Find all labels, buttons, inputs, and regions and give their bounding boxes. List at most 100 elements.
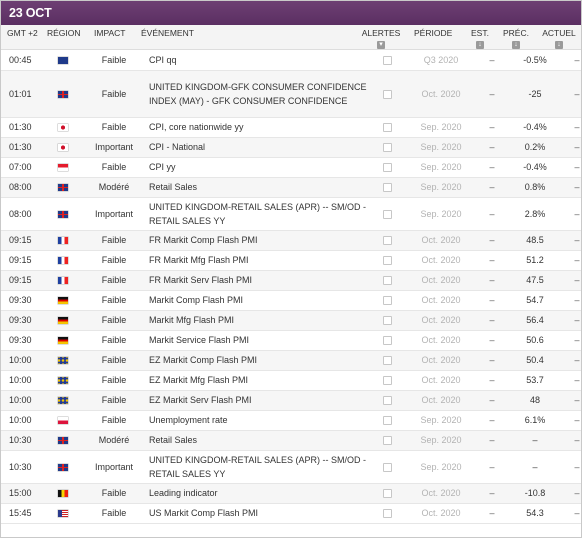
alert-checkbox[interactable]: [382, 296, 392, 306]
alert-checkbox[interactable]: [382, 276, 392, 286]
alert-checkbox[interactable]: [382, 356, 392, 366]
region-cell: [43, 157, 83, 178]
event-name[interactable]: UNITED KINGDOM-RETAIL SALES (APR) -- SM/…: [145, 197, 367, 231]
european-union-flag-icon: [58, 357, 68, 365]
event-name[interactable]: Markit Service Flash PMI: [145, 330, 367, 351]
table-row[interactable]: 01:30 Important CPI - National Sep. 2020–0.…: [1, 137, 581, 158]
event-name[interactable]: FR Markit Comp Flash PMI: [145, 230, 367, 251]
alert-cell: [367, 250, 407, 271]
alert-checkbox[interactable]: [382, 183, 392, 193]
table-row[interactable]: 10:00 Faible Unemployment rate Sep. 2020–6.…: [1, 410, 581, 431]
table-row[interactable]: 15:45 Faible US Markit Comp Flash PMI Oct. …: [1, 503, 581, 524]
event-name[interactable]: Unemployment rate: [145, 410, 367, 431]
col-prev-header[interactable]: PRÉC. ↓: [499, 28, 533, 49]
alert-checkbox[interactable]: [382, 123, 392, 133]
impact-level: Faible: [83, 503, 145, 524]
impact-level: Important: [83, 450, 145, 484]
table-row[interactable]: 10:00 Faible EZ Markit Mfg Flash PMI Oct. 2…: [1, 370, 581, 391]
table-row[interactable]: 10:30 Modéré Retail Sales Sep. 2020– – –: [1, 430, 581, 451]
alert-checkbox[interactable]: [382, 143, 392, 153]
alert-checkbox[interactable]: [382, 416, 392, 426]
table-row[interactable]: 10:30 Important UNITED KINGDOM-RETAIL SALE…: [1, 450, 581, 484]
alert-checkbox[interactable]: [382, 89, 392, 99]
impact-level: Faible: [83, 70, 145, 118]
alert-checkbox[interactable]: [382, 316, 392, 326]
col-actual-header[interactable]: ACTUEL ↓: [539, 28, 579, 49]
table-row[interactable]: 09:30 Faible Markit Service Flash PMI Oct. …: [1, 330, 581, 351]
col-region-header[interactable]: RÉGION: [47, 28, 81, 38]
alert-cell: [367, 137, 407, 158]
event-name[interactable]: CPI qq: [145, 50, 367, 71]
alert-checkbox[interactable]: [382, 489, 392, 499]
table-row[interactable]: 09:15 Faible FR Markit Serv Flash PMI Oct. …: [1, 270, 581, 291]
previous-value: 54.7: [509, 290, 561, 311]
table-row[interactable]: 08:00 Modéré Retail Sales Sep. 2020–0.8% –: [1, 177, 581, 198]
event-name[interactable]: EZ Markit Mfg Flash PMI: [145, 370, 367, 391]
col-est-header[interactable]: EST. ↓: [463, 28, 497, 49]
table-row[interactable]: 01:30 Faible CPI, core nationwide yy Sep. 2…: [1, 117, 581, 138]
event-name[interactable]: CPI yy: [145, 157, 367, 178]
alert-checkbox[interactable]: [382, 256, 392, 266]
event-name[interactable]: UNITED KINGDOM-GFK CONSUMER CONFIDENCE I…: [145, 70, 367, 118]
event-name[interactable]: FR Markit Serv Flash PMI: [145, 270, 367, 291]
event-name[interactable]: Retail Sales: [145, 177, 367, 198]
event-name[interactable]: FR Markit Mfg Flash PMI: [145, 250, 367, 271]
poland-flag-icon: [58, 417, 68, 425]
alert-cell: [367, 70, 407, 118]
japan-flag-icon: [58, 144, 68, 152]
table-row[interactable]: 08:00 Important UNITED KINGDOM-RETAIL SALE…: [1, 197, 581, 231]
col-impact-header[interactable]: IMPACT: [94, 28, 125, 38]
alert-checkbox[interactable]: [382, 209, 392, 219]
sort-arrow-icon[interactable]: ↓: [555, 41, 563, 49]
col-time-header[interactable]: GMT +2: [7, 28, 38, 38]
table-row[interactable]: 10:00 Faible EZ Markit Comp Flash PMI Oct. …: [1, 350, 581, 371]
table-row[interactable]: 09:15 Faible FR Markit Comp Flash PMI Oct. …: [1, 230, 581, 251]
table-row[interactable]: 07:00 Faible CPI yy Sep. 2020– -0.4% –: [1, 157, 581, 178]
table-row[interactable]: 15:00 Faible Leading indicator Oct. 2020– -1…: [1, 483, 581, 504]
alert-checkbox[interactable]: [382, 376, 392, 386]
alert-checkbox[interactable]: [382, 163, 392, 173]
table-row[interactable]: 09:30 Faible Markit Comp Flash PMI Oct. 202…: [1, 290, 581, 311]
alert-checkbox[interactable]: [382, 336, 392, 346]
event-name[interactable]: CPI - National: [145, 137, 367, 158]
event-time: 10:00: [1, 370, 43, 391]
alert-checkbox[interactable]: [382, 462, 392, 472]
previous-value: 48.5: [509, 230, 561, 251]
bell-icon[interactable]: ▾: [377, 41, 385, 49]
col-event-header[interactable]: ÉVÉNEMENT: [141, 28, 194, 38]
col-prev-label: PRÉC.: [503, 28, 529, 38]
alert-checkbox[interactable]: [382, 55, 392, 65]
event-name[interactable]: Markit Comp Flash PMI: [145, 290, 367, 311]
event-period: Oct. 2020: [407, 503, 475, 524]
event-name[interactable]: Retail Sales: [145, 430, 367, 451]
alert-checkbox[interactable]: [382, 509, 392, 519]
table-row[interactable]: 10:00 Faible EZ Markit Serv Flash PMI Oct. …: [1, 390, 581, 411]
event-name[interactable]: US Markit Comp Flash PMI: [145, 503, 367, 524]
alert-checkbox[interactable]: [382, 396, 392, 406]
event-name[interactable]: EZ Markit Comp Flash PMI: [145, 350, 367, 371]
event-period: Sep. 2020: [407, 117, 475, 138]
impact-level: Faible: [83, 370, 145, 391]
united-kingdom-flag-icon: [58, 463, 68, 471]
impact-level: Faible: [83, 157, 145, 178]
sort-arrow-icon[interactable]: ↓: [512, 41, 520, 49]
event-name[interactable]: EZ Markit Serv Flash PMI: [145, 390, 367, 411]
estimate-value: –: [475, 230, 509, 251]
sort-arrow-icon[interactable]: ↓: [476, 41, 484, 49]
event-name[interactable]: Markit Mfg Flash PMI: [145, 310, 367, 331]
table-row[interactable]: 09:15 Faible FR Markit Mfg Flash PMI Oct. 2…: [1, 250, 581, 271]
col-period-header[interactable]: PÉRIODE: [414, 28, 452, 38]
estimate-value: –: [475, 450, 509, 484]
region-cell: [43, 330, 83, 351]
table-row[interactable]: 09:30 Faible Markit Mfg Flash PMI Oct. 2020…: [1, 310, 581, 331]
col-alerts-header[interactable]: ALERTES ▾: [361, 28, 401, 49]
alert-checkbox[interactable]: [382, 236, 392, 246]
table-row[interactable]: 01:01 Faible UNITED KINGDOM-GFK CONSUMER C…: [1, 70, 581, 118]
event-name[interactable]: CPI, core nationwide yy: [145, 117, 367, 138]
european-union-flag-icon: [58, 377, 68, 385]
alert-checkbox[interactable]: [382, 436, 392, 446]
event-name[interactable]: Leading indicator: [145, 483, 367, 504]
table-row[interactable]: 00:45 Faible CPI qq Q3 2020– -0.5% –: [1, 50, 581, 71]
event-period: Q3 2020: [407, 50, 475, 71]
event-name[interactable]: UNITED KINGDOM-RETAIL SALES (APR) -- SM/…: [145, 450, 367, 484]
